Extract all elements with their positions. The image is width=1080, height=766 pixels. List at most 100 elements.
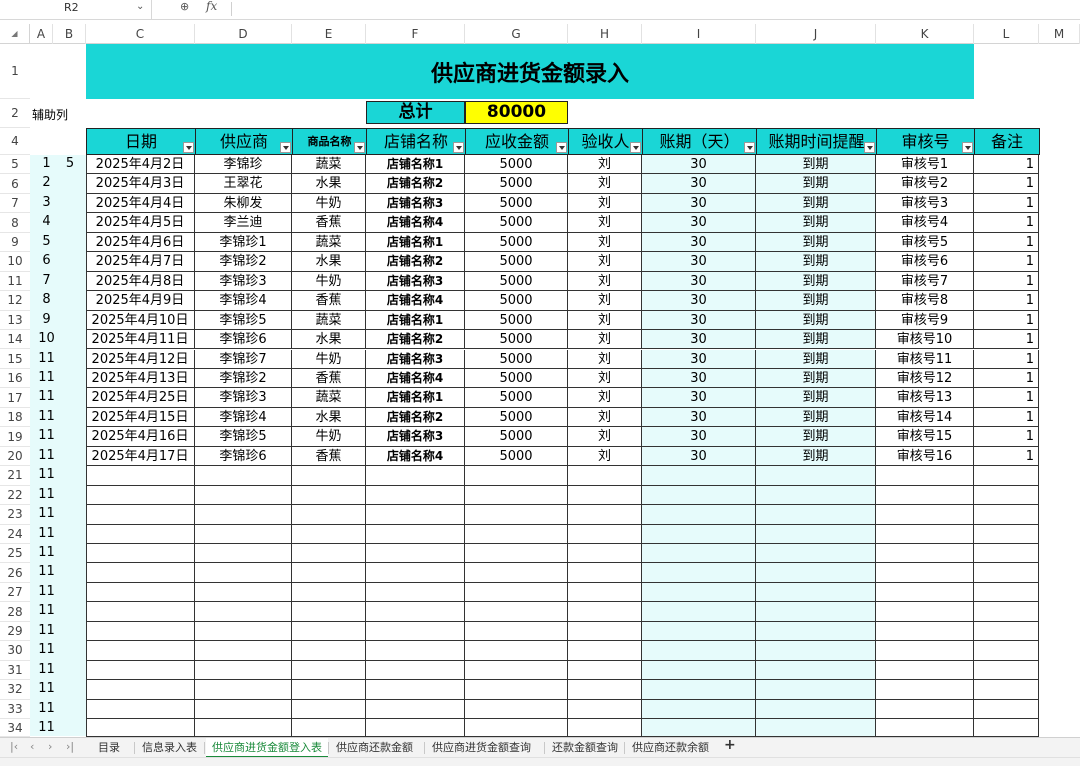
column-header-f[interactable]: F <box>366 24 465 44</box>
empty-cell[interactable] <box>366 660 465 681</box>
filter-dropdown-icon[interactable] <box>280 142 291 153</box>
empty-cell[interactable] <box>642 563 756 583</box>
column-header-m[interactable]: M <box>1039 24 1080 44</box>
table-cell[interactable]: 1 <box>974 427 1039 447</box>
empty-cell[interactable] <box>292 466 366 486</box>
empty-cell[interactable] <box>292 660 366 681</box>
empty-cell[interactable] <box>974 466 1039 486</box>
sheet-tab[interactable]: 目录 <box>92 738 126 758</box>
table-cell[interactable]: 到期 <box>756 232 876 253</box>
sheet-tab[interactable]: 供应商还款金额 <box>330 738 419 758</box>
empty-cell[interactable] <box>876 660 974 681</box>
table-cell[interactable]: 李锦珍2 <box>195 368 292 389</box>
empty-cell[interactable] <box>568 680 642 700</box>
empty-cell[interactable] <box>756 602 876 622</box>
aux-value[interactable]: 2 <box>30 175 63 190</box>
column-header-h[interactable]: H <box>568 24 642 44</box>
table-cell[interactable]: 30 <box>642 193 756 214</box>
table-cell[interactable]: 店铺名称3 <box>366 193 465 214</box>
empty-cell[interactable] <box>366 680 465 700</box>
empty-cell[interactable] <box>195 563 292 583</box>
empty-cell[interactable] <box>756 524 876 544</box>
aux-column-label[interactable]: 辅助列 <box>32 106 68 123</box>
empty-cell[interactable] <box>974 505 1039 525</box>
table-cell[interactable]: 审核号11 <box>876 349 974 369</box>
table-cell[interactable]: 店铺名称1 <box>366 388 465 408</box>
empty-cell[interactable] <box>465 582 568 603</box>
empty-cell[interactable] <box>195 582 292 603</box>
table-cell[interactable]: 刘 <box>568 174 642 194</box>
add-sheet-button[interactable]: + <box>724 737 736 753</box>
empty-cell[interactable] <box>465 680 568 700</box>
table-cell[interactable]: 刘 <box>568 310 642 331</box>
empty-cell[interactable] <box>86 582 195 603</box>
row-header[interactable]: 9 <box>0 233 30 253</box>
table-cell[interactable]: 刘 <box>568 368 642 389</box>
empty-cell[interactable] <box>86 466 195 486</box>
empty-cell[interactable] <box>642 524 756 544</box>
row-header[interactable]: 11 <box>0 272 30 292</box>
header-cell[interactable]: 日期 <box>86 128 196 155</box>
table-cell[interactable]: 李锦珍2 <box>195 252 292 272</box>
table-cell[interactable]: 30 <box>642 232 756 253</box>
aux-value[interactable]: 10 <box>30 331 63 346</box>
table-cell[interactable]: 到期 <box>756 368 876 389</box>
table-cell[interactable]: 店铺名称4 <box>366 213 465 233</box>
empty-cell[interactable] <box>195 660 292 681</box>
table-cell[interactable]: 30 <box>642 252 756 272</box>
column-header-b[interactable]: B <box>53 24 86 44</box>
table-cell[interactable]: 李锦珍3 <box>195 271 292 292</box>
empty-cell[interactable] <box>366 582 465 603</box>
table-cell[interactable]: 刘 <box>568 291 642 311</box>
table-cell[interactable]: 1 <box>974 155 1039 175</box>
column-header-g[interactable]: G <box>465 24 568 44</box>
table-cell[interactable]: 2025年4月16日 <box>86 427 195 447</box>
table-cell[interactable]: 李锦珍4 <box>195 291 292 311</box>
empty-cell[interactable] <box>465 621 568 642</box>
table-cell[interactable]: 30 <box>642 407 756 428</box>
aux-value[interactable]: 1 <box>30 156 63 171</box>
header-cell[interactable]: 商品名称 <box>292 128 367 155</box>
aux-value[interactable]: 7 <box>30 273 63 288</box>
empty-cell[interactable] <box>642 641 756 661</box>
table-cell[interactable]: 5000 <box>465 193 568 214</box>
table-cell[interactable]: 1 <box>974 291 1039 311</box>
table-cell[interactable]: 审核号16 <box>876 446 974 467</box>
empty-cell[interactable] <box>366 719 465 737</box>
empty-cell[interactable] <box>86 602 195 622</box>
empty-cell[interactable] <box>292 641 366 661</box>
sheet-tab[interactable]: 供应商进货金额查询 <box>426 738 537 758</box>
empty-cell[interactable] <box>642 505 756 525</box>
table-cell[interactable]: 5000 <box>465 174 568 194</box>
empty-cell[interactable] <box>86 660 195 681</box>
empty-cell[interactable] <box>642 582 756 603</box>
table-cell[interactable]: 1 <box>974 368 1039 389</box>
empty-cell[interactable] <box>195 602 292 622</box>
column-header-a[interactable]: A <box>30 24 53 44</box>
table-cell[interactable]: 店铺名称3 <box>366 427 465 447</box>
empty-cell[interactable] <box>876 466 974 486</box>
table-cell[interactable]: 店铺名称1 <box>366 232 465 253</box>
aux-value[interactable]: 11 <box>30 370 63 385</box>
empty-cell[interactable] <box>292 680 366 700</box>
table-cell[interactable]: 蔬菜 <box>292 232 366 253</box>
aux-value[interactable]: 11 <box>30 681 63 696</box>
aux-value[interactable]: 11 <box>30 506 63 521</box>
table-cell[interactable]: 水果 <box>292 330 366 350</box>
empty-cell[interactable] <box>465 544 568 564</box>
empty-cell[interactable] <box>195 466 292 486</box>
table-cell[interactable]: 到期 <box>756 330 876 350</box>
aux-value[interactable]: 11 <box>30 623 63 638</box>
empty-cell[interactable] <box>642 680 756 700</box>
row-header[interactable]: 33 <box>0 700 30 720</box>
empty-cell[interactable] <box>195 524 292 544</box>
row-header[interactable]: 16 <box>0 369 30 389</box>
table-cell[interactable]: 1 <box>974 349 1039 369</box>
empty-cell[interactable] <box>292 485 366 506</box>
aux-value[interactable]: 11 <box>30 701 63 716</box>
table-cell[interactable]: 李锦珍3 <box>195 388 292 408</box>
table-cell[interactable]: 店铺名称1 <box>366 310 465 331</box>
table-cell[interactable]: 刘 <box>568 213 642 233</box>
table-cell[interactable]: 1 <box>974 330 1039 350</box>
row-header[interactable]: 6 <box>0 174 30 194</box>
